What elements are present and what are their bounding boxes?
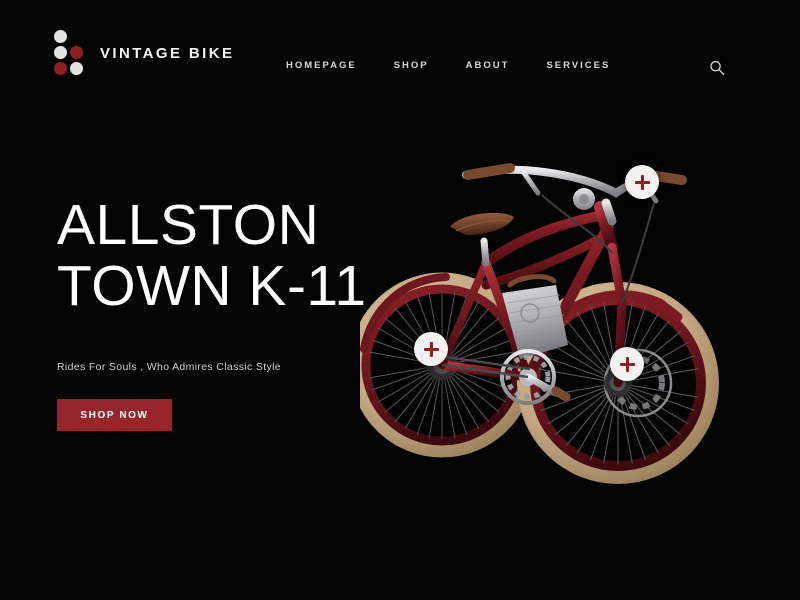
nav-item-homepage[interactable]: HOMEPAGE bbox=[286, 60, 357, 71]
logo-dot-5 bbox=[70, 62, 83, 75]
plus-icon bbox=[619, 356, 635, 372]
logo-dot-4 bbox=[54, 62, 67, 75]
plus-icon bbox=[634, 174, 650, 190]
shop-now-button[interactable]: SHOP NOW bbox=[57, 399, 172, 431]
crankset bbox=[441, 349, 571, 405]
six-dot-grid-logo bbox=[50, 28, 86, 78]
logo-dot-1 bbox=[54, 30, 67, 43]
product-image bbox=[360, 135, 720, 485]
site-header: VINTAGE BIKE HOMEPAGE SHOP ABOUT SERVICE… bbox=[0, 0, 800, 110]
search-icon[interactable] bbox=[708, 59, 726, 77]
hotspot-handlebar[interactable] bbox=[625, 165, 659, 199]
logo-dot-3 bbox=[70, 46, 83, 59]
hero-page: VINTAGE BIKE HOMEPAGE SHOP ABOUT SERVICE… bbox=[0, 0, 800, 600]
plus-icon bbox=[423, 341, 439, 357]
logo-dot-2 bbox=[54, 46, 67, 59]
nav-item-about[interactable]: ABOUT bbox=[466, 60, 510, 71]
nav-item-shop[interactable]: SHOP bbox=[394, 60, 429, 71]
bicycle-illustration bbox=[360, 163, 719, 484]
brand-wordmark: VINTAGE BIKE bbox=[100, 44, 235, 62]
main-nav: HOMEPAGE SHOP ABOUT SERVICES bbox=[286, 60, 610, 71]
hotspot-front-wheel[interactable] bbox=[610, 347, 644, 381]
nav-item-services[interactable]: SERVICES bbox=[546, 60, 610, 71]
hotspot-rear-wheel[interactable] bbox=[414, 332, 448, 366]
brand-logo[interactable]: VINTAGE BIKE bbox=[50, 28, 234, 78]
